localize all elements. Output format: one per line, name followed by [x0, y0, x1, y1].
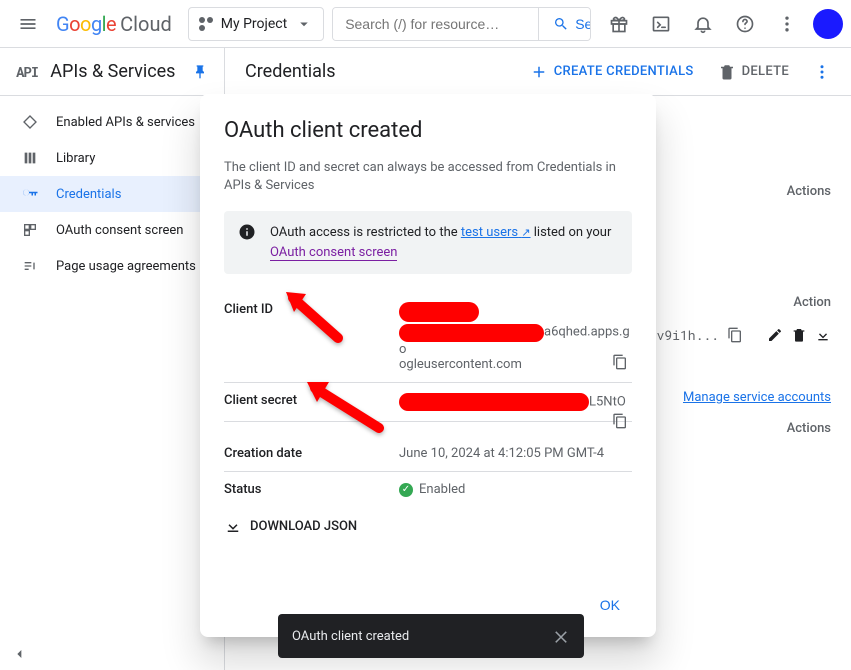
- gift-icon[interactable]: [599, 4, 639, 44]
- info-icon: [238, 223, 256, 262]
- google-logo-text: Google: [56, 12, 116, 36]
- delete-button[interactable]: DELETE: [718, 63, 789, 81]
- search-icon: [553, 16, 569, 32]
- client-secret-value: L5NtO: [399, 393, 632, 411]
- action-header: Action: [793, 295, 831, 310]
- cloud-text: Cloud: [120, 12, 172, 36]
- status-label: Status: [224, 482, 399, 497]
- copy-client-secret-button[interactable]: [612, 413, 628, 429]
- trash-icon: [718, 63, 736, 81]
- delete-icon[interactable]: [791, 327, 807, 343]
- top-icons: [599, 4, 843, 44]
- terminal-icon[interactable]: [641, 4, 681, 44]
- menu-icon: [18, 14, 38, 34]
- overflow-button[interactable]: [813, 63, 831, 81]
- creation-date-value: June 10, 2024 at 4:12:05 PM GMT-4: [399, 446, 632, 461]
- nav-page-usage[interactable]: Page usage agreements: [0, 248, 224, 284]
- nav-credentials[interactable]: Credentials: [0, 176, 224, 212]
- more-vert-icon: [813, 63, 831, 81]
- toast-close-button[interactable]: [552, 627, 570, 645]
- ok-button[interactable]: OK: [588, 589, 632, 621]
- download-json-button[interactable]: DOWNLOAD JSON: [224, 507, 632, 549]
- nav-oauth-consent[interactable]: OAuth consent screen: [0, 212, 224, 248]
- api-badge: API: [16, 62, 38, 81]
- diamond-icon: [20, 114, 40, 130]
- download-icon[interactable]: [815, 327, 831, 343]
- dialog-subtitle: The client ID and secret can always be a…: [224, 159, 632, 195]
- test-users-link[interactable]: test users ↗: [461, 225, 531, 240]
- top-bar: Google Cloud My Project Search: [0, 0, 851, 48]
- consent-icon: [20, 222, 40, 238]
- edit-icon[interactable]: [767, 327, 783, 343]
- info-callout: OAuth access is restricted to the test u…: [224, 211, 632, 274]
- create-credentials-button[interactable]: CREATE CREDENTIALS: [530, 63, 694, 81]
- check-icon: ✓: [399, 483, 413, 497]
- copy-client-id-button[interactable]: [612, 354, 628, 370]
- library-icon: [20, 150, 40, 166]
- help-icon[interactable]: [725, 4, 765, 44]
- manage-service-accounts-link[interactable]: Manage service accounts: [683, 390, 831, 405]
- redacted-area: [399, 302, 479, 322]
- sub-header: API APIs & Services Credentials CREATE C…: [0, 48, 851, 96]
- oauth-created-dialog: OAuth client created The client ID and s…: [200, 94, 656, 637]
- agreement-icon: [20, 258, 40, 274]
- creation-date-row: Creation date June 10, 2024 at 4:12:05 P…: [224, 436, 632, 472]
- product-title: APIs & Services: [50, 61, 180, 82]
- search-button[interactable]: Search: [538, 8, 591, 40]
- plus-icon: [530, 63, 548, 81]
- search-box: Search: [332, 7, 591, 41]
- toast: OAuth client created: [278, 614, 584, 658]
- status-row: Status ✓ Enabled: [224, 472, 632, 507]
- toast-message: OAuth client created: [292, 629, 409, 644]
- more-icon[interactable]: [767, 4, 807, 44]
- copy-icon[interactable]: [727, 327, 743, 343]
- logo[interactable]: Google Cloud: [56, 12, 172, 36]
- search-input[interactable]: [333, 8, 538, 40]
- sub-header-left: API APIs & Services: [0, 48, 225, 95]
- annotation-arrow: [297, 378, 357, 418]
- project-icon: [199, 17, 213, 31]
- nav-library[interactable]: Library: [0, 140, 224, 176]
- annotation-arrow: [278, 288, 338, 328]
- status-value: ✓ Enabled: [399, 482, 632, 497]
- sub-header-right: Credentials CREATE CREDENTIALS DELETE: [225, 48, 851, 95]
- nav-enabled-apis[interactable]: Enabled APIs & services: [0, 104, 224, 140]
- redacted-area: [399, 324, 544, 342]
- actions-header-2: Actions: [787, 421, 831, 436]
- pin-icon[interactable]: [192, 64, 208, 80]
- menu-button[interactable]: [8, 4, 48, 44]
- project-picker[interactable]: My Project: [188, 7, 324, 41]
- info-text: OAuth access is restricted to the test u…: [270, 223, 618, 262]
- chevron-left-icon: [12, 646, 28, 662]
- client-secret-row: Client secret L5NtO: [224, 383, 632, 422]
- client-id-value: a6qhed.apps.go ogleusercontent.com: [399, 302, 632, 372]
- download-icon: [224, 517, 242, 535]
- oauth-consent-link[interactable]: OAuth consent screen: [270, 245, 397, 261]
- launch-icon: ↗: [521, 226, 530, 239]
- avatar[interactable]: [813, 9, 843, 39]
- collapse-button[interactable]: [12, 646, 28, 662]
- side-nav: Enabled APIs & services Library Credenti…: [0, 96, 225, 670]
- dropdown-icon: [295, 15, 313, 33]
- close-icon: [552, 627, 570, 645]
- page-title: Credentials: [245, 61, 336, 82]
- redacted-area: [399, 393, 589, 411]
- dialog-title: OAuth client created: [224, 118, 632, 143]
- key-icon: [20, 185, 40, 203]
- creation-date-label: Creation date: [224, 446, 399, 461]
- bell-icon[interactable]: [683, 4, 723, 44]
- actions-header: Actions: [787, 184, 831, 199]
- project-name: My Project: [221, 16, 287, 32]
